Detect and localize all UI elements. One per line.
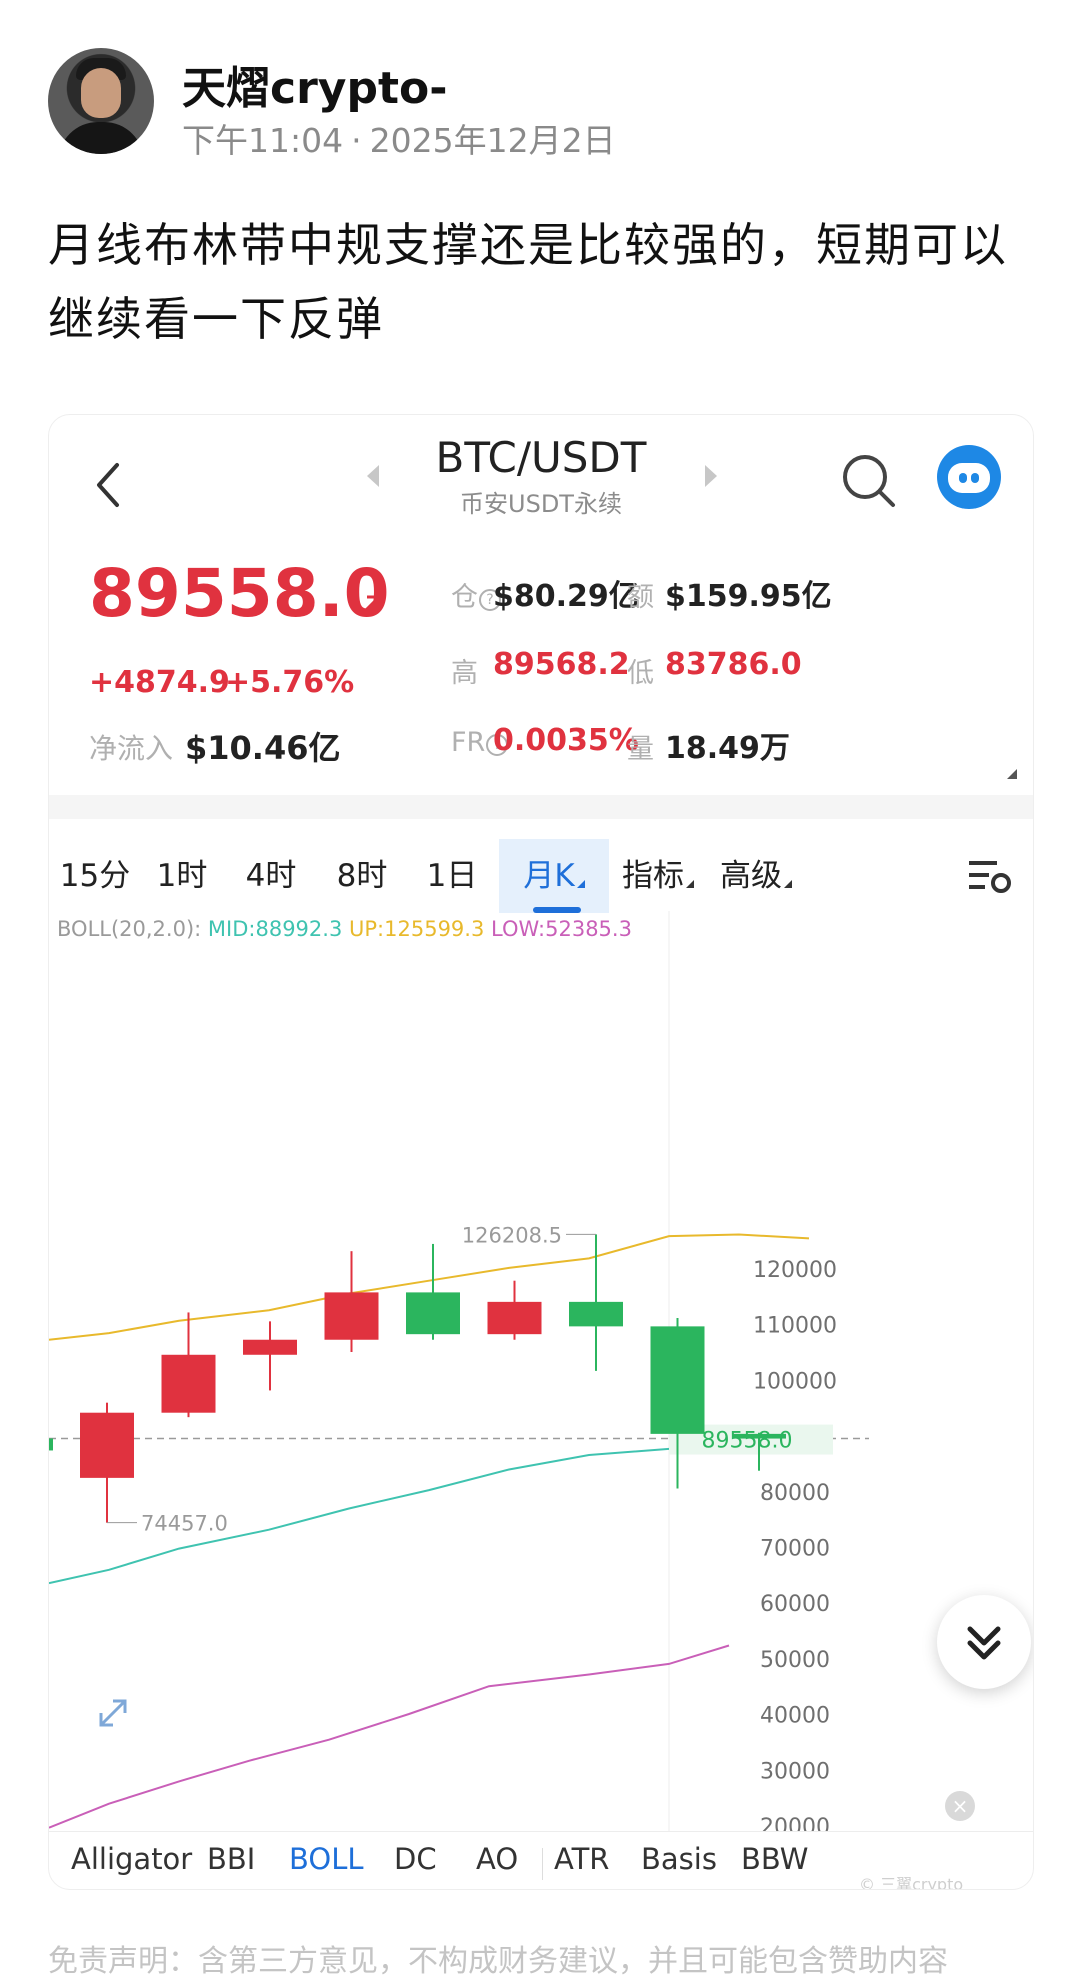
- section-divider: [49, 795, 1033, 819]
- scroll-down-button[interactable]: [937, 1595, 1031, 1689]
- y-tick-label: 70000: [760, 1537, 830, 1562]
- funding-rate-value: 0.0035%: [493, 723, 639, 758]
- indicator-basis[interactable]: Basis: [641, 1842, 717, 1876]
- turnover-value: $159.95亿: [665, 579, 832, 614]
- next-pair-icon[interactable]: [705, 465, 717, 487]
- candle-body: [406, 1292, 460, 1335]
- pair-exchange: 币安USDT永续: [460, 490, 622, 518]
- back-icon[interactable]: [89, 455, 129, 515]
- watermark: © 三翼crypto: [859, 1875, 964, 1890]
- close-icon[interactable]: ×: [945, 1791, 975, 1821]
- y-tick-label: 120000: [753, 1258, 837, 1283]
- post-time: 下午11:04: [182, 121, 344, 160]
- chart-settings-icon[interactable]: [967, 855, 1013, 897]
- candle-body: [80, 1412, 134, 1478]
- post-text: 月线布林带中规支撑还是比较强的，短期可以继续看一下反弹: [48, 218, 1008, 346]
- candle-body: [650, 1326, 705, 1434]
- indicator-bbi[interactable]: BBI: [207, 1842, 255, 1876]
- y-tick-label: 60000: [760, 1592, 830, 1617]
- candle-body: [569, 1301, 623, 1327]
- candle-body: [324, 1292, 379, 1340]
- tab-1h[interactable]: 1时: [141, 839, 223, 913]
- y-tick-label: 40000: [760, 1704, 830, 1729]
- disclaimer: 免责声明：含第三方意见，不构成财务建议，并且可能包含赞助内容: [48, 1944, 948, 1979]
- candle-partial: [49, 1438, 53, 1451]
- open-interest-value: $80.29亿: [493, 579, 639, 614]
- dropdown-corner-icon: [784, 880, 792, 888]
- volume-value: 18.49万: [665, 731, 790, 766]
- candle-body: [487, 1301, 542, 1335]
- indicator-divider: [542, 1848, 543, 1880]
- volume-label: 量: [627, 734, 654, 765]
- candlestick-chart[interactable]: 120000 110000 100000 80000 70000 60000 50000 40…: [49, 911, 1033, 1831]
- assistant-bot-icon[interactable]: [937, 445, 1001, 509]
- tab-1d[interactable]: 1日: [405, 839, 499, 913]
- indicator-boll[interactable]: BOLL: [289, 1842, 364, 1876]
- chart-screenshot-card[interactable]: BTC/USDT 币安USDT永续 89558.0 +4874.9 +5.76%…: [48, 414, 1034, 1890]
- expand-corner-icon[interactable]: [1007, 769, 1017, 779]
- indicator-atr[interactable]: ATR: [554, 1842, 609, 1876]
- min-price-label: 74457.0: [141, 1512, 228, 1536]
- y-tick-label: 30000: [760, 1759, 830, 1784]
- boll-lower-line: [49, 1644, 730, 1829]
- y-tick-label: 110000: [753, 1314, 837, 1339]
- net-inflow-value: $10.46亿: [185, 729, 341, 767]
- tab-indicators[interactable]: 指标: [609, 839, 707, 913]
- indicator-dc[interactable]: DC: [394, 1842, 437, 1876]
- net-inflow-label: 净流入: [89, 732, 174, 765]
- tab-4h[interactable]: 4时: [223, 839, 319, 913]
- indicator-bbw[interactable]: BBW: [741, 1842, 808, 1876]
- meta-dot: ·: [351, 121, 362, 160]
- candle-body: [243, 1339, 297, 1355]
- y-tick-label: 100000: [753, 1369, 837, 1394]
- username[interactable]: 天熠crypto-: [182, 52, 447, 116]
- low-label: 低: [627, 658, 654, 689]
- y-tick-label: 80000: [760, 1481, 830, 1506]
- indicator-ao[interactable]: AO: [476, 1842, 518, 1876]
- post-header: 天熠crypto- 下午11:04 · 2025年12月2日: [48, 48, 1048, 160]
- tab-monthly[interactable]: 月K: [499, 839, 609, 913]
- indicator-alligator[interactable]: Alligator: [71, 1842, 192, 1876]
- candle-body: [732, 1433, 786, 1439]
- y-tick-label: 50000: [760, 1648, 830, 1673]
- current-price-label: 89558.0: [702, 1429, 793, 1454]
- y-tick-label: 20000: [760, 1815, 830, 1831]
- dropdown-corner-icon: [686, 880, 694, 888]
- high-label: 高: [451, 658, 478, 689]
- turnover-label: 额: [627, 582, 654, 613]
- low-value: 83786.0: [665, 647, 802, 682]
- post-meta: 下午11:04 · 2025年12月2日: [182, 114, 616, 162]
- max-price-label: 126208.5: [462, 1223, 562, 1247]
- avatar[interactable]: [48, 48, 154, 154]
- tab-8h[interactable]: 8时: [319, 839, 405, 913]
- tab-15m[interactable]: 15分: [49, 839, 141, 913]
- fullscreen-icon[interactable]: [93, 1693, 133, 1733]
- search-icon[interactable]: [839, 451, 899, 511]
- last-price: 89558.0: [89, 555, 390, 632]
- dropdown-corner-icon: [576, 880, 585, 888]
- high-value: 89568.2: [493, 647, 630, 682]
- candle-body: [161, 1354, 216, 1413]
- arrow-up-right-icon: [361, 595, 381, 615]
- post-date: 2025年12月2日: [369, 121, 616, 160]
- double-chevron-down-icon: [967, 1626, 1001, 1660]
- tab-advanced[interactable]: 高级: [707, 839, 805, 913]
- change-percent: +5.76%: [225, 665, 355, 700]
- change-absolute: +4874.9: [89, 665, 230, 700]
